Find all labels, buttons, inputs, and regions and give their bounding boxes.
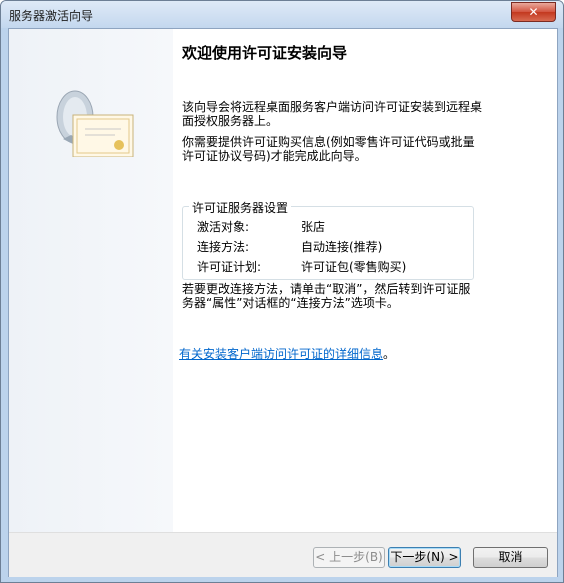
close-button[interactable]: ✕ [511,2,556,22]
link-suffix: 。 [383,347,396,361]
setting-row: 许可证计划: 许可证包(零售购买) [197,258,406,275]
license-server-settings: 许可证服务器设置 激活对象: 张店 连接方法: 自动连接(推荐) 许可证计划: … [182,199,474,280]
back-button[interactable]: < 上一步(B) [313,547,385,568]
setting-row: 激活对象: 张店 [197,218,325,235]
title-bar: 服务器激活向导 ✕ [1,1,563,28]
button-bar: < 上一步(B) 下一步(N) > 取消 [9,532,557,577]
wizard-content: 欢迎使用许可证安装向导 该向导会将远程桌面服务客户端访问许可证安装到远程桌面授权… [173,29,557,532]
wizard-client: 欢迎使用许可证安装向导 该向导会将远程桌面服务客户端访问许可证安装到远程桌面授权… [8,28,558,577]
info-link-line: 有关安装客户端访问许可证的详细信息。 [179,345,395,362]
intro-text: 该向导会将远程桌面服务客户端访问许可证安装到远程桌面授权服务器上。 [182,100,483,128]
setting-value: 自动连接(推荐) [301,240,383,254]
setting-value: 许可证包(零售购买) [301,260,407,274]
page-title: 欢迎使用许可证安装向导 [182,44,348,62]
setting-label: 激活对象: [197,220,250,234]
wizard-window: 服务器激活向导 ✕ 欢迎使用许可证安装向导 该向导会将远程桌面服务客户端访问许可… [0,0,564,583]
setting-label: 连接方法: [197,240,250,254]
license-server-icon [56,90,134,157]
settings-title: 许可证服务器设置 [189,199,292,216]
cancel-button[interactable]: 取消 [473,547,548,568]
close-icon: ✕ [528,5,539,19]
change-method-text: 若要更改连接方法，请单击“取消”，然后转到许可证服务器“属性”对话框的“连接方法… [182,282,471,310]
setting-label: 许可证计划: [197,260,262,274]
window-title: 服务器激活向导 [9,9,94,23]
wizard-side-panel [9,29,173,532]
setting-value: 张店 [301,220,326,234]
next-button[interactable]: 下一步(N) > [388,547,461,568]
setting-row: 连接方法: 自动连接(推荐) [197,238,382,255]
details-link[interactable]: 有关安装客户端访问许可证的详细信息 [179,347,383,361]
requirement-text: 你需要提供许可证购买信息(例如零售许可证代码或批量许可证协议号码)才能完成此向导… [182,135,475,163]
